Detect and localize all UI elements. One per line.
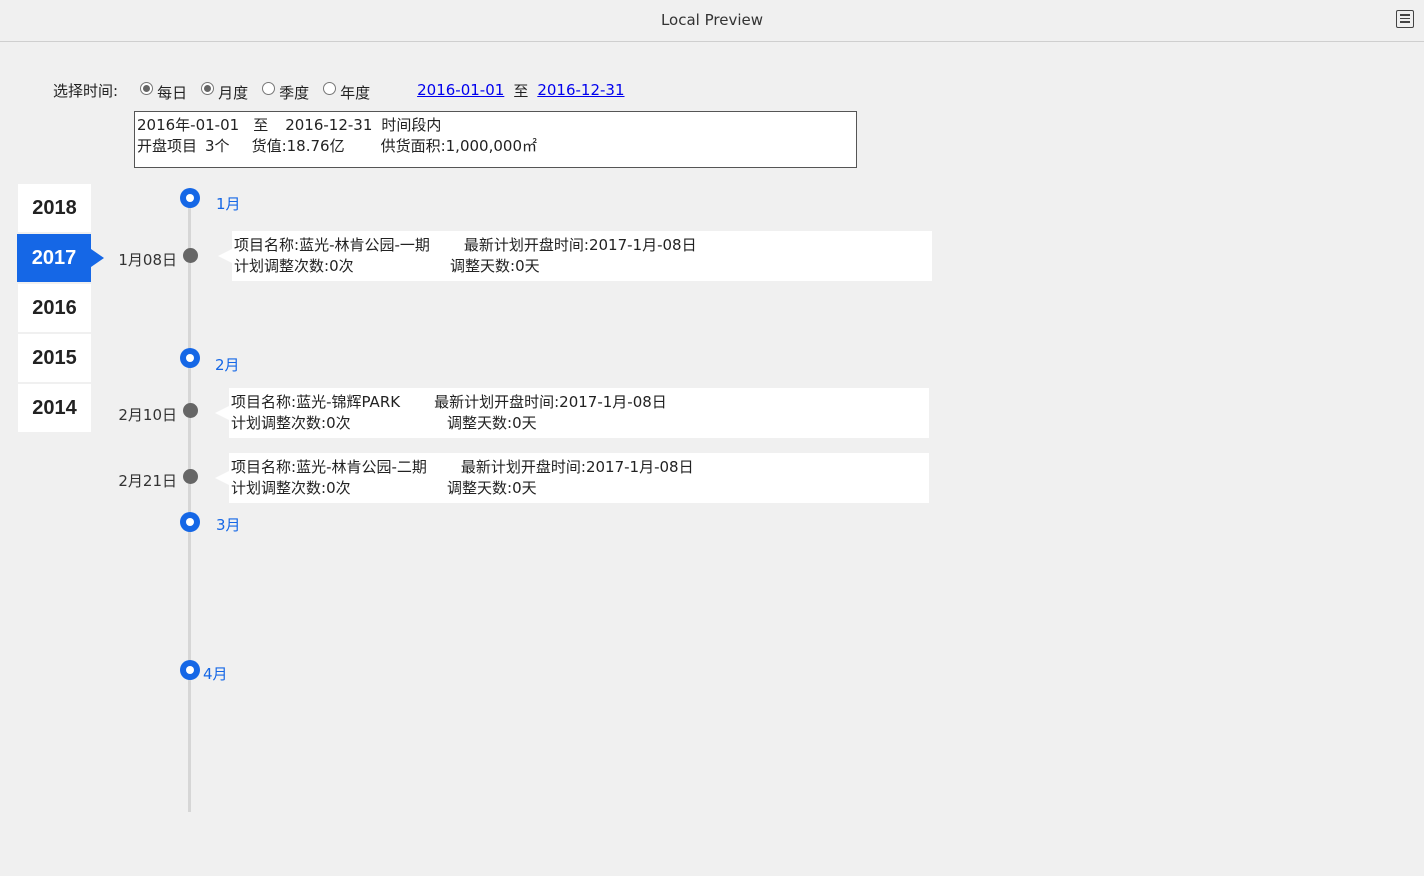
summary-separator: 至 xyxy=(253,116,269,134)
event-date: 2月10日 xyxy=(118,406,177,424)
radio-daily-label: 每日 xyxy=(157,83,188,102)
time-filter-row: 选择时间: 每日 月度 季度 年度 2016-01-01 至 2016-12-3… xyxy=(53,78,625,102)
project-name: 蓝光-锦辉PARK xyxy=(296,393,401,411)
event-card-line-2: 计划调整次数:0次 调整天数:0天 xyxy=(231,478,927,499)
event-card: 项目名称:蓝光-林肯公园-一期 最新计划开盘时间:2017-1月-08日 计划调整… xyxy=(218,231,932,281)
timeline-axis xyxy=(188,200,191,812)
month-marker-icon xyxy=(180,348,200,368)
period-radio-group: 每日 月度 季度 年度 xyxy=(140,78,384,103)
radio-monthly[interactable]: 月度 xyxy=(201,78,248,103)
year-item-2015[interactable]: 2015 xyxy=(18,334,91,382)
adjust-count: 0次 xyxy=(326,414,351,432)
summary-line-2: 开盘项目 3个 货值:18.76亿 供货面积:1,000,000㎡ xyxy=(137,136,854,157)
month-label-mar: 3月 xyxy=(216,516,241,534)
date-range: 2016-01-01 至 2016-12-31 xyxy=(417,80,624,101)
radio-yearly-indicator[interactable] xyxy=(323,81,337,95)
year-item-2017[interactable]: 2017 xyxy=(17,234,104,282)
adjust-days-label: 调整天数: xyxy=(447,414,513,432)
month-marker-icon xyxy=(180,188,200,208)
list-menu-icon[interactable] xyxy=(1396,10,1414,28)
projects-value: 3个 xyxy=(205,137,230,155)
projects-label: 开盘项目 xyxy=(137,137,198,155)
summary-suffix: 时间段内 xyxy=(381,116,442,134)
value-value: 18.76亿 xyxy=(286,137,345,155)
month-marker-icon xyxy=(180,512,200,532)
event-card-line-2: 计划调整次数:0次 调整天数:0天 xyxy=(234,256,930,277)
adjust-count-label: 计划调整次数: xyxy=(234,257,330,275)
event-card-line-1: 项目名称:蓝光-林肯公园-二期 最新计划开盘时间:2017-1月-08日 xyxy=(231,457,927,478)
plan-time-label: 最新计划开盘时间: xyxy=(460,458,586,476)
adjust-days: 0天 xyxy=(515,257,540,275)
event-date: 2月21日 xyxy=(118,472,177,490)
period-summary-box: 2016年-01-01 至 2016-12-31 时间段内 开盘项目 3个 货值:18.7… xyxy=(134,111,857,168)
adjust-count-label: 计划调整次数: xyxy=(231,479,327,497)
plan-time: 2017-1月-08日 xyxy=(588,236,697,254)
end-date-link[interactable]: 2016-12-31 xyxy=(537,81,624,99)
radio-monthly-indicator[interactable] xyxy=(201,81,215,95)
adjust-count-label: 计划调整次数: xyxy=(231,414,327,432)
adjust-days: 0天 xyxy=(512,414,537,432)
year-item-2018[interactable]: 2018 xyxy=(18,184,91,232)
adjust-count: 0次 xyxy=(326,479,351,497)
summary-end-date: 2016-12-31 xyxy=(285,116,373,134)
event-card-line-1: 项目名称:蓝光-林肯公园-一期 最新计划开盘时间:2017-1月-08日 xyxy=(234,235,930,256)
adjust-days-label: 调整天数: xyxy=(447,479,513,497)
plan-time-label: 最新计划开盘时间: xyxy=(434,393,560,411)
radio-monthly-label: 月度 xyxy=(218,83,249,102)
plan-time: 2017-1月-08日 xyxy=(559,393,667,411)
plan-time-label: 最新计划开盘时间: xyxy=(463,236,589,254)
radio-quarterly[interactable]: 季度 xyxy=(262,78,309,103)
project-name: 蓝光-林肯公园-二期 xyxy=(296,458,427,476)
event-card-line-1: 项目名称:蓝光-锦辉PARK 最新计划开盘时间:2017-1月-08日 xyxy=(231,392,927,413)
event-marker-icon xyxy=(183,469,198,484)
radio-quarterly-indicator[interactable] xyxy=(262,81,276,95)
event-date: 1月08日 xyxy=(118,251,177,269)
radio-daily[interactable]: 每日 xyxy=(140,78,187,103)
year-item-2014[interactable]: 2014 xyxy=(18,384,91,432)
month-label-apr: 4月 xyxy=(203,665,228,683)
month-marker-icon xyxy=(180,660,200,680)
value-label: 货值: xyxy=(251,137,287,155)
project-name-label: 项目名称: xyxy=(231,393,297,411)
adjust-count: 0次 xyxy=(329,257,354,275)
event-card-line-2: 计划调整次数:0次 调整天数:0天 xyxy=(231,413,927,434)
project-name-label: 项目名称: xyxy=(231,458,297,476)
project-name-label: 项目名称: xyxy=(234,236,300,254)
summary-start-date: 2016年-01-01 xyxy=(137,116,240,134)
month-label-jan: 1月 xyxy=(216,195,241,213)
start-date-link[interactable]: 2016-01-01 xyxy=(417,81,504,99)
project-name: 蓝光-林肯公园-一期 xyxy=(299,236,430,254)
plan-time: 2017-1月-08日 xyxy=(585,458,694,476)
area-value: 1,000,000㎡ xyxy=(445,137,537,155)
radio-yearly[interactable]: 年度 xyxy=(323,78,370,103)
event-card: 项目名称:蓝光-林肯公园-二期 最新计划开盘时间:2017-1月-08日 计划调整… xyxy=(215,453,929,503)
radio-quarterly-label: 季度 xyxy=(279,83,310,102)
radio-yearly-label: 年度 xyxy=(340,83,371,102)
adjust-days: 0天 xyxy=(512,479,537,497)
year-item-2016[interactable]: 2016 xyxy=(18,284,91,332)
window-title: Local Preview xyxy=(660,11,764,29)
radio-daily-indicator[interactable] xyxy=(140,81,154,95)
event-card: 项目名称:蓝光-锦辉PARK 最新计划开盘时间:2017-1月-08日 计划调整次… xyxy=(215,388,929,438)
year-list: 2018 2017 2016 2015 2014 xyxy=(17,184,104,434)
title-bar: Local Preview xyxy=(0,0,1424,42)
month-label-feb: 2月 xyxy=(215,356,240,374)
adjust-days-label: 调整天数: xyxy=(450,257,516,275)
event-marker-icon xyxy=(183,248,198,263)
area-label: 供货面积: xyxy=(380,137,446,155)
summary-line-1: 2016年-01-01 至 2016-12-31 时间段内 xyxy=(137,115,854,136)
event-marker-icon xyxy=(183,403,198,418)
date-range-separator: 至 xyxy=(513,81,529,100)
time-filter-label: 选择时间: xyxy=(53,81,119,100)
